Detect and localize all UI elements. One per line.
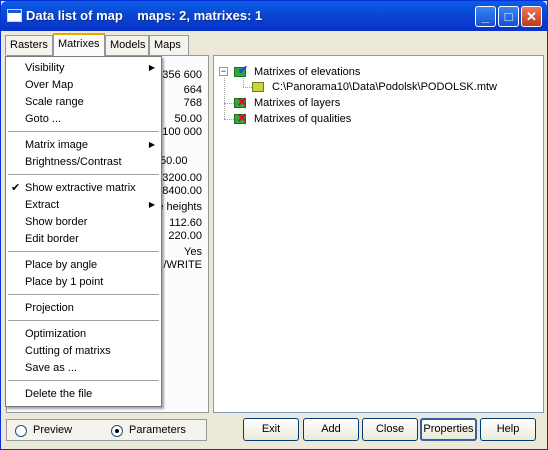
menu-separator bbox=[8, 320, 159, 321]
menu-item-label: Cutting of matrixs bbox=[25, 345, 111, 357]
param-value: 100 000 bbox=[162, 126, 202, 138]
menu-item-label: Goto ... bbox=[25, 113, 62, 125]
submenu-arrow-icon: ▶ bbox=[148, 140, 155, 149]
exit-button[interactable]: Exit bbox=[243, 418, 299, 441]
menu-item-over-map[interactable]: Over Map bbox=[6, 77, 161, 93]
tree-node-label: Matrixes of qualities bbox=[254, 113, 352, 125]
param-value: 664 bbox=[183, 84, 202, 96]
data-list-window: Data list of map maps: 2, matrixes: 1 _ … bbox=[0, 0, 548, 450]
close-button[interactable]: Close bbox=[362, 418, 418, 441]
menu-item-visibility[interactable]: Visibility ▶ bbox=[6, 60, 161, 76]
param-value: 3200.00 bbox=[162, 172, 202, 184]
param-value: 356 600 bbox=[162, 69, 202, 81]
menu-item-matrix-image[interactable]: Matrix image ▶ bbox=[6, 137, 161, 153]
menu-item-projection[interactable]: Projection bbox=[6, 300, 161, 316]
menu-separator bbox=[8, 131, 159, 132]
preview-radio-label[interactable]: Preview bbox=[33, 424, 72, 436]
matrix-tree-view[interactable]: − ✔ Matrixes of elevations C:\Panorama10… bbox=[213, 55, 544, 413]
menu-item-label: Extract bbox=[25, 199, 60, 211]
submenu-arrow-icon: ▶ bbox=[148, 63, 155, 72]
menu-item-goto[interactable]: Goto ... bbox=[6, 111, 161, 127]
menu-item-edit-border[interactable]: Edit border bbox=[6, 231, 161, 247]
menu-item-label: Show border bbox=[25, 216, 88, 228]
tab-matrixes[interactable]: Matrixes bbox=[53, 33, 105, 56]
menu-item-show-border[interactable]: Show border bbox=[6, 214, 161, 230]
menu-item-extract[interactable]: Extract ▶ bbox=[6, 197, 161, 213]
menu-item-label: Edit border bbox=[25, 233, 79, 245]
close-window-button[interactable]: ✕ bbox=[521, 6, 542, 27]
menu-item-label: Visibility bbox=[25, 62, 65, 74]
menu-item-show-extractive-matrix[interactable]: ✔ Show extractive matrix bbox=[6, 180, 161, 196]
tree-node-label: Matrixes of elevations bbox=[254, 66, 361, 78]
menu-item-cutting-of-matrixs[interactable]: Cutting of matrixs bbox=[6, 343, 161, 359]
window-title: Data list of map maps: 2, matrixes: 1 bbox=[26, 8, 263, 23]
menu-item-label: Place by 1 point bbox=[25, 276, 104, 288]
preview-radio[interactable] bbox=[15, 425, 27, 437]
menu-separator bbox=[8, 380, 159, 381]
menu-separator bbox=[8, 294, 159, 295]
properties-button[interactable]: Properties bbox=[420, 418, 477, 441]
param-value: /WRITE bbox=[163, 259, 203, 271]
view-mode-group: Preview Parameters bbox=[6, 419, 207, 441]
tree-line bbox=[243, 87, 252, 88]
menu-separator bbox=[8, 251, 159, 252]
menu-item-label: Projection bbox=[25, 302, 74, 314]
matrix-layers-icon: ✕ bbox=[234, 95, 248, 110]
param-value: 112.60 bbox=[169, 217, 202, 229]
help-button[interactable]: Help bbox=[480, 418, 536, 441]
parameters-radio[interactable] bbox=[111, 425, 123, 437]
title-bar[interactable]: Data list of map maps: 2, matrixes: 1 _ … bbox=[1, 1, 547, 31]
menu-item-label: Show extractive matrix bbox=[25, 182, 136, 194]
param-value: 768 bbox=[183, 97, 202, 109]
param-value: e heights bbox=[157, 201, 202, 213]
menu-item-delete-the-file[interactable]: Delete the file bbox=[6, 386, 161, 402]
tree-line bbox=[224, 119, 234, 120]
matrix-elevations-icon: ✔ bbox=[234, 63, 248, 79]
menu-item-save-as[interactable]: Save as ... bbox=[6, 360, 161, 376]
tab-rasters[interactable]: Rasters bbox=[5, 35, 53, 55]
menu-item-optimization[interactable]: Optimization bbox=[6, 326, 161, 342]
param-value: 50.00 bbox=[174, 113, 202, 125]
tab-models[interactable]: Models bbox=[105, 35, 149, 55]
tree-line bbox=[224, 78, 225, 119]
tree-line bbox=[224, 103, 234, 104]
matrix-context-menu: Visibility ▶ Over Map Scale range Goto ..… bbox=[5, 56, 162, 407]
menu-item-label: Matrix image bbox=[25, 139, 88, 151]
parameters-radio-label[interactable]: Parameters bbox=[129, 424, 186, 436]
menu-item-brightness-contrast[interactable]: Brightness/Contrast bbox=[6, 154, 161, 170]
menu-item-label: Over Map bbox=[25, 79, 74, 91]
check-mark-icon: ✔ bbox=[11, 182, 21, 194]
menu-item-place-by-angle[interactable]: Place by angle bbox=[6, 257, 161, 273]
menu-item-place-by-1-point[interactable]: Place by 1 point bbox=[6, 274, 161, 290]
menu-separator bbox=[8, 174, 159, 175]
add-button[interactable]: Add bbox=[303, 418, 359, 441]
window-icon bbox=[7, 9, 22, 22]
menu-item-label: Scale range bbox=[25, 96, 84, 108]
param-value: Yes bbox=[184, 246, 202, 258]
matrix-file-icon bbox=[252, 81, 266, 94]
menu-item-label: Save as ... bbox=[25, 362, 77, 374]
param-value: 220.00 bbox=[168, 230, 202, 242]
param-value: 8400.00 bbox=[162, 185, 202, 197]
menu-item-scale-range[interactable]: Scale range bbox=[6, 94, 161, 110]
menu-item-label: Delete the file bbox=[25, 388, 93, 400]
matrix-qualities-icon: ✕ bbox=[234, 111, 248, 126]
tab-maps[interactable]: Maps bbox=[149, 35, 189, 55]
tree-node-label: Matrixes of layers bbox=[254, 97, 341, 109]
menu-item-label: Brightness/Contrast bbox=[25, 156, 122, 168]
tree-node-label: C:\Panorama10\Data\Podolsk\PODOLSK.mtw bbox=[272, 81, 497, 93]
collapse-icon[interactable]: − bbox=[219, 67, 228, 76]
maximize-button[interactable]: □ bbox=[498, 6, 519, 27]
submenu-arrow-icon: ▶ bbox=[148, 200, 155, 209]
menu-item-label: Optimization bbox=[25, 328, 87, 340]
minimize-button[interactable]: _ bbox=[475, 6, 496, 27]
tree-line bbox=[243, 78, 244, 87]
menu-item-label: Place by angle bbox=[25, 259, 98, 271]
param-value: 50.00 bbox=[160, 155, 188, 167]
